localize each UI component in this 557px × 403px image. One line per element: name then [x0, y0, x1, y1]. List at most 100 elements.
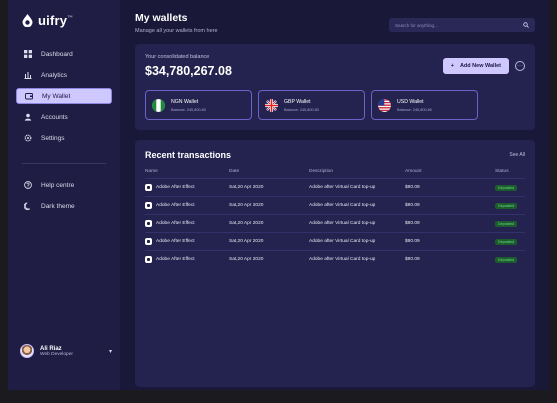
sidebar-item-label: Dark theme: [41, 202, 75, 210]
page-subtitle: Manage all your wallets from here: [135, 28, 218, 34]
logo-text: uifry™: [38, 13, 74, 28]
table-row[interactable]: Adobe After Effect Sat,20 Apr 2020 Adobe…: [145, 232, 525, 251]
sidebar-item-label: Dashboard: [41, 50, 73, 58]
wallet-card-usd[interactable]: USD Wallet Balance: 245,800.80: [371, 90, 478, 120]
tx-date: Sat,20 Apr 2020: [229, 214, 309, 233]
status-badge: Deposited: [495, 256, 518, 263]
usa-flag-icon: [378, 98, 391, 112]
tx-amount: $80.09: [405, 196, 495, 215]
balance-label: Your consolidated balance: [145, 54, 210, 60]
app-icon: [145, 184, 152, 191]
search-input[interactable]: Search for anything...: [389, 18, 535, 32]
status-badge: Deposited: [495, 220, 518, 227]
table-header-row: Name Date Description Amount Status: [145, 166, 525, 179]
tx-date: Sat,20 Apr 2020: [229, 196, 309, 215]
search-placeholder: Search for anything...: [395, 22, 438, 28]
gear-icon: [24, 134, 32, 142]
tx-description: Adobe after Virtual Card top-up: [309, 232, 405, 251]
tx-date: Sat,20 Apr 2020: [229, 232, 309, 251]
column-header-date[interactable]: Date: [229, 166, 309, 179]
sidebar-item-my-wallet[interactable]: My Wallet: [16, 88, 112, 104]
add-new-wallet-button[interactable]: + Add New Wallet: [442, 58, 509, 74]
uk-flag-icon: [265, 98, 278, 112]
table-row[interactable]: Adobe After Effect Sat,20 Apr 2020 Adobe…: [145, 214, 525, 233]
profile-role: Web Developer: [40, 351, 73, 357]
status-badge: Deposited: [495, 238, 518, 245]
sidebar-item-analytics[interactable]: Analytics: [16, 67, 112, 83]
chevron-down-icon[interactable]: ▾: [109, 348, 112, 355]
more-options-icon[interactable]: ···: [515, 61, 525, 71]
sidebar-item-label: Settings: [41, 134, 65, 142]
tx-date: Sat,20 Apr 2020: [229, 250, 309, 269]
wallet-card-ngn[interactable]: NGN Wallet Balance: 245,800.80: [145, 90, 252, 120]
sidebar-divider: [22, 163, 106, 164]
sidebar-item-settings[interactable]: Settings: [16, 130, 112, 146]
see-all-link[interactable]: See All: [509, 152, 525, 158]
sidebar-nav: Dashboard Analytics My Wallet Accounts S…: [16, 46, 112, 214]
tx-amount: $80.09: [405, 214, 495, 233]
wallet-card-gbp[interactable]: GBP Wallet Balance: 245,800.80: [258, 90, 365, 120]
table-row[interactable]: Adobe After Effect Sat,20 Apr 2020 Adobe…: [145, 250, 525, 269]
nigeria-flag-icon: [152, 98, 165, 112]
wallet-balance: Balance: 245,800.80: [397, 107, 432, 112]
wallet-balance: Balance: 245,800.80: [284, 107, 319, 112]
tx-date: Sat,20 Apr 2020: [229, 178, 309, 197]
tx-description: Adobe after Virtual Card top-up: [309, 196, 405, 215]
tx-description: Adobe after Virtual Card top-up: [309, 214, 405, 233]
analytics-icon: [24, 72, 32, 79]
wallet-name: GBP Wallet: [284, 98, 311, 105]
logo[interactable]: uifry™: [22, 13, 112, 28]
app-icon: [145, 220, 152, 227]
tx-name: Adobe After Effect: [156, 221, 195, 226]
avatar: [20, 344, 34, 358]
grid-icon: [24, 50, 32, 58]
transactions-table: Name Date Description Amount Status Adob…: [145, 166, 525, 269]
plus-icon: +: [450, 63, 454, 69]
tx-amount: $80.09: [405, 178, 495, 197]
add-new-wallet-label: Add New Wallet: [459, 63, 501, 69]
search-icon[interactable]: [523, 22, 529, 28]
column-header-description[interactable]: Description: [309, 166, 405, 179]
logo-icon: [22, 14, 33, 27]
sidebar-item-help-centre[interactable]: Help centre: [16, 177, 112, 193]
tx-name: Adobe After Effect: [156, 203, 195, 208]
app-icon: [145, 256, 152, 264]
user-profile[interactable]: Ali Riaz Web Developer ▾: [20, 344, 112, 358]
tx-amount: $80.09: [405, 250, 495, 269]
balance-value: $34,780,267.08: [145, 64, 232, 78]
user-icon: [24, 113, 32, 121]
tx-name: Adobe After Effect: [156, 185, 195, 190]
page-header: My wallets Manage all your wallets from …: [135, 12, 535, 34]
help-icon: [24, 181, 32, 189]
app-icon: [145, 202, 152, 209]
tx-description: Adobe after Virtual Card top-up: [309, 250, 405, 269]
column-header-name[interactable]: Name: [145, 166, 229, 179]
balance-card: Your consolidated balance $34,780,267.08…: [135, 44, 535, 130]
sidebar: uifry™ Dashboard Analytics My Wallet Acc…: [8, 0, 120, 390]
table-row[interactable]: Adobe After Effect Sat,20 Apr 2020 Adobe…: [145, 178, 525, 197]
main-content: My wallets Manage all your wallets from …: [120, 0, 549, 390]
sidebar-item-dark-theme[interactable]: Dark theme: [16, 198, 112, 214]
sidebar-item-accounts[interactable]: Accounts: [16, 109, 112, 125]
table-row[interactable]: Adobe After Effect Sat,20 Apr 2020 Adobe…: [145, 196, 525, 215]
wallet-balance: Balance: 245,800.80: [171, 107, 206, 112]
sidebar-item-label: Accounts: [41, 113, 68, 121]
tx-name: Adobe After Effect: [156, 239, 195, 244]
sidebar-item-label: My Wallet: [42, 92, 71, 100]
column-header-amount[interactable]: Amount: [405, 166, 495, 179]
app-icon: [145, 238, 152, 245]
tx-description: Adobe after Virtual Card top-up: [309, 178, 405, 197]
column-header-status[interactable]: Status: [495, 166, 525, 179]
status-badge: Deposited: [495, 202, 518, 209]
sidebar-item-dashboard[interactable]: Dashboard: [16, 46, 112, 62]
app-window: uifry™ Dashboard Analytics My Wallet Acc…: [8, 0, 549, 390]
sidebar-item-label: Analytics: [41, 71, 68, 79]
status-badge: Deposited: [495, 184, 518, 191]
sidebar-item-label: Help centre: [41, 181, 75, 189]
recent-transactions-card: Recent transactions See All Name Date De…: [135, 140, 535, 387]
moon-icon: [24, 202, 31, 210]
page-title: My wallets: [135, 12, 188, 24]
tx-name: Adobe After Effect: [156, 257, 195, 263]
section-title: Recent transactions: [145, 150, 232, 160]
wallet-icon: [25, 93, 33, 100]
